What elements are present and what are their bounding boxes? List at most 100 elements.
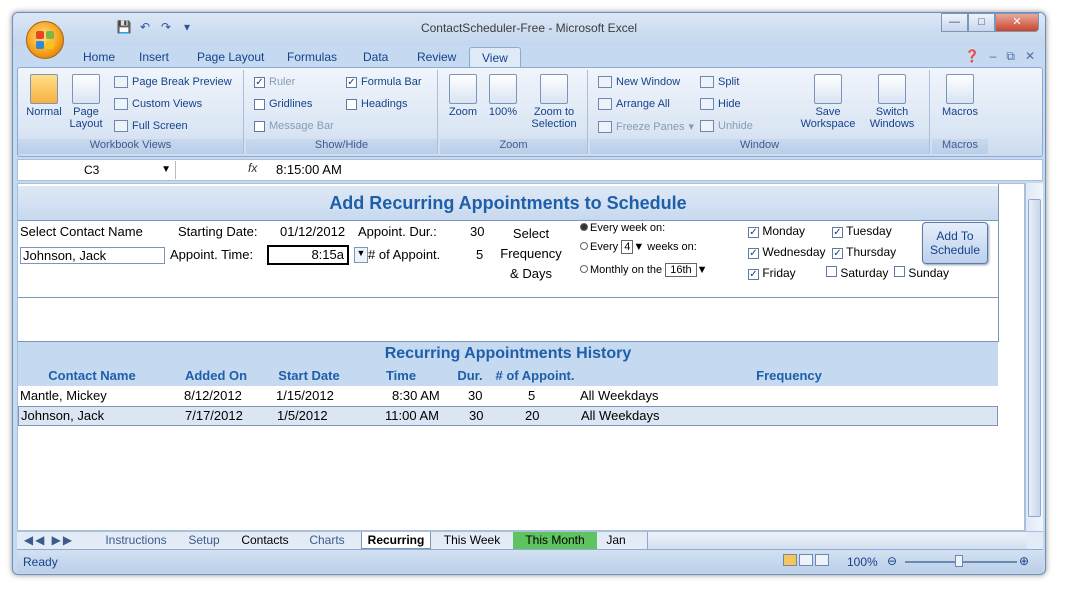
workbook-minimize-icon[interactable]: – (990, 49, 997, 64)
time-dropdown-icon[interactable]: ▼ (354, 247, 368, 263)
tab-home[interactable]: Home (71, 47, 127, 67)
sheet-tab-jan[interactable]: Jan (601, 532, 631, 549)
help-icon[interactable]: ❓ (965, 49, 980, 64)
split-button[interactable]: Split (700, 76, 739, 88)
tab-view[interactable]: View (469, 47, 521, 67)
normal-view-icon (30, 74, 58, 104)
full-screen-button[interactable]: Full Screen (114, 120, 188, 132)
every-n-weeks-radio[interactable]: Every 4 ▼ weeks on: (580, 240, 697, 254)
switch-windows-icon (878, 74, 906, 104)
zoom-button[interactable]: Zoom (444, 74, 482, 118)
day-friday[interactable]: ✓ Friday (748, 266, 796, 280)
day-saturday[interactable]: Saturday (826, 266, 888, 280)
tab-insert[interactable]: Insert (127, 47, 181, 67)
add-to-schedule-button[interactable]: Add To Schedule (922, 222, 988, 264)
headings-checkbox[interactable]: Headings (346, 98, 407, 110)
every-n-dropdown-icon[interactable]: ▼ (633, 241, 644, 253)
table-row[interactable]: Mantle, Mickey 8/12/2012 1/15/2012 8:30 … (18, 386, 998, 406)
sheet-tab-contacts[interactable]: Contacts (235, 532, 295, 549)
sheet-tab-charts[interactable]: Charts (301, 532, 353, 549)
save-workspace-icon (814, 74, 842, 104)
group-zoom: Zoom 100% Zoom to Selection Zoom (440, 70, 588, 154)
ruler-checkbox[interactable]: ✓ Ruler (254, 76, 295, 88)
tab-data[interactable]: Data (351, 47, 400, 67)
page-break-preview-button[interactable]: Page Break Preview (114, 76, 232, 88)
macros-button[interactable]: Macros (938, 74, 982, 118)
function-icon[interactable]: fx (248, 161, 257, 175)
sheet-nav-arrows[interactable]: ◀◀ ▶▶ (21, 532, 77, 549)
workbook-close-icon[interactable]: ✕ (1025, 49, 1035, 64)
sheet-tab-setup[interactable]: Setup (179, 532, 229, 549)
sheet-tab-recurring[interactable]: Recurring (361, 532, 431, 549)
scroll-thumb[interactable] (1028, 199, 1041, 517)
page-layout-status-icon[interactable] (799, 554, 813, 566)
cell-dur: 30 (468, 388, 483, 403)
split-icon (700, 76, 714, 88)
appoint-time-label: Appoint. Time: (170, 247, 254, 262)
contact-dropdown[interactable]: Johnson, Jack (20, 247, 165, 264)
name-box[interactable]: C3 ▼ (22, 161, 176, 179)
monthly-day-dropdown-icon[interactable]: ▼ (697, 264, 708, 276)
name-box-dropdown-icon[interactable]: ▼ (161, 161, 171, 179)
normal-view-status-icon[interactable] (783, 554, 797, 566)
unhide-button[interactable]: Unhide (700, 120, 753, 132)
zoom-in-icon[interactable]: ⊕ (1019, 554, 1029, 568)
full-screen-icon (114, 120, 128, 132)
formula-bar-checkbox[interactable]: ✓ Formula Bar (346, 76, 422, 88)
zoom-out-icon[interactable]: ⊖ (887, 554, 897, 568)
close-button[interactable]: ✕ (995, 13, 1039, 32)
appoint-dur-value[interactable]: 30 (470, 224, 484, 239)
group-window: New Window Arrange All Freeze Panes ▾ Spl… (590, 70, 930, 154)
every-n-select[interactable]: 4 (621, 240, 634, 254)
save-workspace-button[interactable]: Save Workspace (798, 74, 858, 130)
sheet-tab-this-month[interactable]: This Month (513, 532, 597, 549)
gridlines-checkbox[interactable]: Gridlines (254, 98, 312, 110)
maximize-button[interactable]: □ (968, 13, 995, 32)
zoom-100-button[interactable]: 100% (484, 74, 522, 118)
sheet-tabs: ◀◀ ▶▶ Instructions Setup Contacts Charts… (17, 531, 1043, 549)
arrange-all-button[interactable]: Arrange All (598, 98, 670, 110)
page-break-status-icon[interactable] (815, 554, 829, 566)
worksheet[interactable]: Add Recurring Appointments to Schedule S… (17, 183, 1025, 531)
day-wednesday[interactable]: ✓ Wednesday (748, 245, 826, 259)
zoom-to-selection-button[interactable]: Zoom to Selection (526, 74, 582, 130)
window-title: ContactScheduler-Free - Microsoft Excel (420, 21, 638, 35)
starting-date-label: Starting Date: (178, 224, 258, 239)
sheet-tab-instructions[interactable]: Instructions (97, 532, 175, 549)
workbook-restore-icon[interactable]: ⧉ (1006, 49, 1015, 64)
unhide-icon (700, 120, 714, 132)
horizontal-scrollbar[interactable] (647, 532, 1027, 549)
message-bar-checkbox[interactable]: Message Bar (254, 120, 334, 132)
num-appoint-value[interactable]: 5 (476, 247, 483, 262)
window-group-label: Window (590, 139, 929, 154)
tab-formulas[interactable]: Formulas (275, 47, 349, 67)
day-thursday[interactable]: ✓ Thursday (832, 245, 896, 259)
sheet-tab-this-week[interactable]: This Week (437, 532, 507, 549)
day-tuesday[interactable]: ✓ Tuesday (832, 224, 892, 238)
formula-input[interactable]: 8:15:00 AM (276, 162, 342, 177)
vertical-scrollbar[interactable] (1025, 183, 1043, 531)
hide-button[interactable]: Hide (700, 98, 741, 110)
custom-views-button[interactable]: Custom Views (114, 98, 202, 110)
page-layout-view-button[interactable]: Page Layout (66, 74, 106, 130)
new-window-button[interactable]: New Window (598, 76, 680, 88)
minimize-button[interactable]: — (941, 13, 968, 32)
switch-windows-button[interactable]: Switch Windows (860, 74, 924, 130)
every-week-radio[interactable]: Every week on: (580, 222, 665, 234)
tab-page-layout[interactable]: Page Layout (185, 47, 276, 67)
normal-view-button[interactable]: Normal (24, 74, 64, 118)
formula-bar: C3 ▼ fx 8:15:00 AM (17, 159, 1043, 181)
day-monday[interactable]: ✓ Monday (748, 224, 805, 238)
tab-review[interactable]: Review (405, 47, 468, 67)
page-break-icon (114, 76, 128, 88)
freeze-panes-button[interactable]: Freeze Panes ▾ (598, 120, 694, 133)
zoom-slider-thumb[interactable] (955, 555, 963, 567)
starting-date-input[interactable]: 01/12/2012 (280, 224, 345, 239)
zoom-level[interactable]: 100% (847, 555, 878, 569)
day-sunday[interactable]: Sunday (894, 266, 949, 280)
table-row[interactable]: Johnson, Jack 7/17/2012 1/5/2012 11:00 A… (18, 406, 998, 426)
monthly-radio[interactable]: Monthly on the 16th ▼ (580, 263, 708, 277)
appoint-time-input[interactable]: 8:15a (267, 245, 349, 265)
office-button[interactable] (26, 21, 64, 59)
monthly-day-select[interactable]: 16th (665, 263, 697, 277)
